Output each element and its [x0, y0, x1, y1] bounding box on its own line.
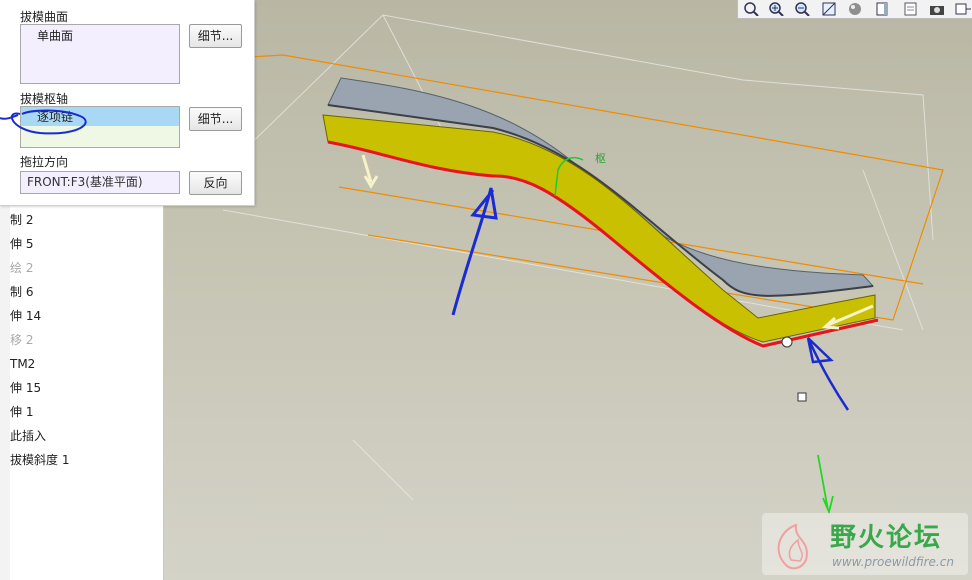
tree-item[interactable]: 绘 2 — [10, 259, 33, 277]
draft-references-panel: 拔模曲面 单曲面 细节... 拔模枢轴 逐项链 细节... 拖拉方向 FRONT… — [0, 0, 255, 206]
flip-direction-button[interactable]: 反向 — [189, 171, 242, 195]
tree-item[interactable]: 制 2 — [10, 211, 33, 229]
shading-icon[interactable] — [846, 1, 864, 16]
tree-item[interactable]: 制 6 — [10, 283, 33, 301]
hinges-details-button[interactable]: 细节... — [189, 107, 242, 131]
drag-handle-circle[interactable] — [781, 336, 793, 348]
watermark-title: 野火论坛 — [830, 523, 943, 553]
annotation-label: 枢 — [595, 151, 606, 165]
model-view[interactable]: 枢 — [163, 0, 972, 580]
expand-icon[interactable] — [954, 1, 972, 16]
camera-icon[interactable] — [928, 1, 946, 16]
drag-handle-square[interactable] — [797, 392, 807, 402]
direction-arrow-left — [361, 154, 379, 189]
layers-icon[interactable] — [902, 1, 920, 16]
forum-watermark: 野火论坛 www.proewildfire.cn — [762, 513, 968, 575]
saved-views-icon[interactable] — [874, 1, 892, 16]
blue-mark-2 — [806, 337, 850, 411]
draft-surfaces-collector[interactable]: 单曲面 — [20, 24, 180, 84]
zoom-out-icon[interactable] — [793, 1, 811, 16]
draft-surfaces-value[interactable]: 单曲面 — [37, 27, 73, 45]
draft-surfaces-label: 拔模曲面 — [20, 10, 69, 24]
view-toolbar — [737, 0, 972, 19]
tree-item[interactable]: 伸 14 — [10, 307, 41, 325]
surfaces-details-button[interactable]: 细节... — [189, 24, 242, 48]
tree-item[interactable]: 伸 5 — [10, 235, 33, 253]
tree-item[interactable]: 伸 1 — [10, 403, 33, 421]
watermark-url: www.proewildfire.cn — [832, 555, 954, 569]
blue-circle-annotation — [0, 109, 87, 135]
pull-direction-arrow[interactable] — [817, 454, 834, 515]
tree-item[interactable]: 此插入 — [10, 427, 46, 445]
pull-direction-collector[interactable]: FRONT:F3(基准平面) — [20, 171, 180, 194]
tree-item[interactable]: 伸 15 — [10, 379, 41, 397]
tree-item[interactable]: 拔模斜度 1 — [10, 451, 69, 469]
tree-item[interactable]: TM2 — [10, 355, 35, 373]
datum-plane-gray — [192, 14, 934, 501]
pull-direction-label: 拖拉方向 — [20, 155, 69, 169]
tree-scrollbar[interactable] — [0, 200, 10, 580]
tree-item[interactable]: 移 2 — [10, 331, 33, 349]
repaint-icon[interactable] — [820, 1, 838, 16]
flame-logo-icon — [777, 523, 808, 570]
pull-direction-value[interactable]: FRONT:F3(基准平面) — [27, 173, 143, 191]
model-tree: 制 2 伸 5 绘 2 制 6 伸 14 移 2 TM2 伸 15 伸 1 此插… — [0, 200, 164, 580]
graphics-viewport[interactable]: 枢 — [163, 0, 972, 580]
zoom-in-icon[interactable] — [767, 1, 785, 16]
zoom-fit-icon[interactable] — [742, 1, 760, 16]
